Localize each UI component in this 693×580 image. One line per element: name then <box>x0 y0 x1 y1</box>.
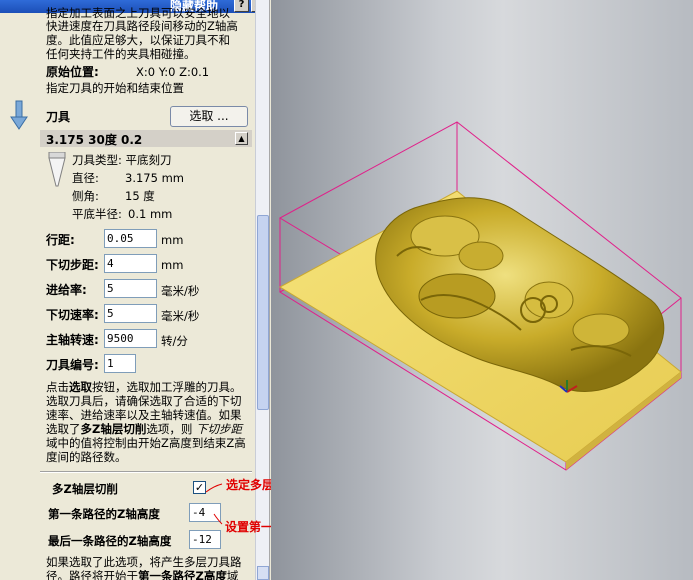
multiz-foot-line: 径。路径将开始于第一条路径Z高度域 <box>46 569 239 580</box>
scrollbar-thumb[interactable] <box>257 215 269 410</box>
tool-header: 3.175 30度 0.2 ▲ <box>40 130 252 147</box>
tool-number-label: 刀具编号: <box>46 358 99 372</box>
feed-rate-input[interactable]: 5 <box>104 279 157 298</box>
feed-rate-unit: 毫米/秒 <box>161 284 200 298</box>
stepdown-label: 下切步距: <box>46 258 99 272</box>
help-button[interactable]: ? <box>234 0 249 12</box>
3d-viewport[interactable] <box>271 0 693 580</box>
help-line: 点击选取按钮，选取加工浮雕的刀具。 <box>46 380 242 394</box>
engraving-tool-icon <box>48 152 66 187</box>
scene <box>278 121 682 471</box>
collapse-up-icon[interactable]: ▲ <box>235 132 248 145</box>
side-angle-value: 15 度 <box>125 189 155 203</box>
side-angle-label: 侧角: <box>72 189 99 203</box>
intro-line: 度。此值应足够大，以保证刀具不和 <box>46 33 230 47</box>
help-line: 选取了多Z轴层切削选项，则 下切步距 <box>46 422 242 436</box>
first-pass-z-label: 第一条路径的Z轴高度 <box>48 507 160 521</box>
home-position-label: 原始位置: <box>46 65 99 79</box>
flat-radius-value: 0.1 mm <box>128 207 173 221</box>
multi-z-label: 多Z轴层切削 <box>52 482 118 496</box>
intro-line: 任何夹持工件的夹具相碰撞。 <box>46 47 196 61</box>
panel-gutter <box>0 0 38 580</box>
stepover-unit: mm <box>161 233 184 247</box>
stepdown-unit: mm <box>161 258 184 272</box>
diameter-label: 直径: <box>72 171 99 185</box>
plunge-rate-unit: 毫米/秒 <box>161 309 200 323</box>
home-position-desc: 指定刀具的开始和结束位置 <box>46 81 184 95</box>
tool-number-input[interactable]: 1 <box>104 354 136 373</box>
plunge-rate-input[interactable]: 5 <box>104 304 157 323</box>
help-line: 选取刀具后，请确保选取了合适的下切 <box>46 394 242 408</box>
help-line: 度间的路径数。 <box>46 450 127 464</box>
help-line: 速率、进给速率以及主轴转速值。如果 <box>46 408 242 422</box>
tool-section-label: 刀具 <box>46 110 71 124</box>
flat-radius-label: 平底半径: <box>72 207 122 221</box>
plunge-rate-label: 下切速率: <box>46 308 99 322</box>
last-pass-z-label: 最后一条路径的Z轴高度 <box>48 534 172 548</box>
stepdown-input[interactable]: 4 <box>104 254 157 273</box>
scroll-down-arrow-icon[interactable] <box>257 566 269 580</box>
select-tool-button[interactable]: 选取 ... <box>170 106 248 127</box>
help-line: 域中的值将控制由开始Z高度到结束Z高 <box>46 436 246 450</box>
spindle-speed-label: 主轴转速: <box>46 333 99 347</box>
spindle-speed-input[interactable]: 9500 <box>104 329 157 348</box>
arrow-down-icon <box>10 100 28 130</box>
stepover-input[interactable]: 0.05 <box>104 229 157 248</box>
home-position-value: X:0 Y:0 Z:0.1 <box>136 65 210 79</box>
diameter-value: 3.175 mm <box>125 171 184 185</box>
tool-type: 刀具类型: 平底刻刀 <box>72 153 172 167</box>
multiz-foot-line: 如果选取了此选项，将产生多层刀具路 <box>46 555 242 569</box>
intro-line: 指定加工表面之上刀具可以安全地以 <box>46 6 230 20</box>
stepover-label: 行距: <box>46 233 75 247</box>
tool-name: 3.175 30度 0.2 <box>46 133 143 147</box>
intro-line: 快进速度在刀具路径段间移动的Z轴高 <box>46 19 238 33</box>
spindle-speed-unit: 转/分 <box>161 334 188 348</box>
annotation-multi-layer: 选定多层 <box>226 478 275 492</box>
feed-rate-label: 进给率: <box>46 283 87 297</box>
